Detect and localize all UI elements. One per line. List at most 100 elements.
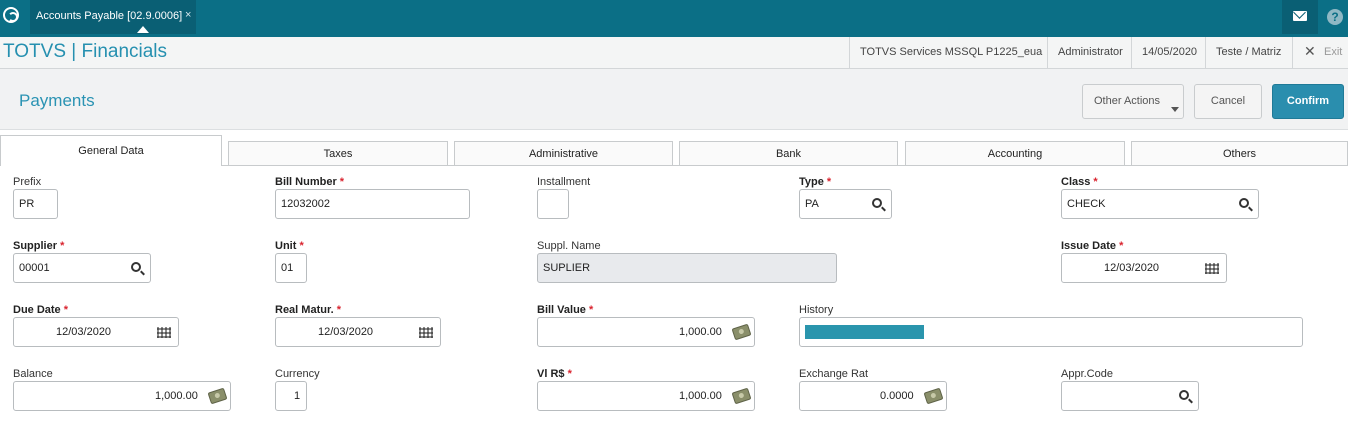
bill-number-label-text: Bill Number [275, 176, 337, 188]
required-marker: * [60, 240, 65, 252]
exchange-rat-value: 0.0000 [880, 390, 914, 402]
currency-field[interactable]: 1 [275, 381, 307, 411]
top-bar: Accounts Payable [02.9.0006] × ? [0, 0, 1348, 34]
required-marker: * [339, 176, 345, 188]
app-title: TOTVS | Financials [3, 41, 168, 62]
page-header: Payments Other Actions Cancel Confirm [0, 69, 1348, 130]
supplier-label-text: Supplier [13, 240, 58, 252]
prefix-field[interactable]: PR [13, 189, 58, 219]
class-label-text: Class [1061, 176, 1091, 188]
money-icon[interactable] [731, 323, 752, 341]
supplier-label: Supplier * [13, 240, 64, 252]
mail-button[interactable] [1282, 0, 1318, 34]
confirm-button[interactable]: Confirm [1272, 84, 1344, 119]
real-matur-label-text: Real Matur. [275, 304, 334, 316]
required-marker: * [1119, 240, 1124, 252]
issue-date-field[interactable]: 12/03/2020 [1061, 253, 1227, 283]
mail-icon [1293, 11, 1307, 21]
bill-number-value: 12032002 [281, 198, 330, 210]
exchange-rat-field[interactable]: 0.0000 [799, 381, 947, 411]
app-tab-title: Accounts Payable [02.9.0006] [36, 10, 183, 22]
calendar-icon[interactable] [419, 327, 433, 338]
cancel-button[interactable]: Cancel [1194, 84, 1262, 119]
tab-others[interactable]: Others [1131, 141, 1348, 166]
installment-field[interactable] [537, 189, 569, 219]
suppl-name-label: Suppl. Name [537, 240, 601, 252]
vl-rs-field[interactable]: 1,000.00 [537, 381, 755, 411]
branch-info: Teste / Matriz [1205, 37, 1292, 68]
search-icon[interactable] [1239, 198, 1249, 208]
type-label: Type * [799, 176, 831, 188]
totvs-logo-icon[interactable] [3, 7, 19, 23]
tab-general-data[interactable]: General Data [0, 135, 222, 166]
history-label: History [799, 304, 834, 316]
class-label: Class * [1061, 176, 1098, 188]
close-icon[interactable]: × [185, 9, 191, 21]
close-icon: ✕ [1304, 43, 1316, 59]
type-field[interactable]: PA [799, 189, 892, 219]
installment-label: Installment [537, 176, 591, 188]
currency-label: Currency [275, 368, 320, 380]
other-actions-label: Other Actions [1094, 95, 1161, 107]
prefix-value: PR [19, 198, 35, 210]
app-header: TOTVS | Financials TOTVS Services MSSQL … [0, 37, 1348, 69]
due-date-label: Due Date * [13, 304, 68, 316]
money-icon[interactable] [923, 387, 944, 405]
due-date-label-text: Due Date [13, 304, 61, 316]
prefix-label: Prefix [13, 176, 42, 188]
unit-label: Unit * [275, 240, 304, 252]
search-icon[interactable] [1179, 390, 1189, 400]
page-title: Payments [19, 91, 95, 110]
tab-accounting[interactable]: Accounting [905, 141, 1125, 166]
required-marker: * [336, 304, 342, 316]
currency-value: 1 [294, 390, 301, 402]
vl-rs-label: Vl R$ * [537, 368, 572, 380]
required-marker: * [299, 240, 304, 252]
due-date-field[interactable]: 12/03/2020 [13, 317, 179, 347]
bill-value-field[interactable]: 1,000.00 [537, 317, 755, 347]
bill-number-field[interactable]: 12032002 [275, 189, 470, 219]
tab-divider [221, 165, 1348, 166]
help-button[interactable]: ? [1322, 0, 1348, 34]
history-field[interactable] [799, 317, 1303, 347]
calendar-icon[interactable] [157, 327, 171, 338]
money-icon[interactable] [207, 387, 228, 405]
bill-value-label-text: Bill Value [537, 304, 586, 316]
bill-number-label: Bill Number * [275, 176, 344, 188]
active-tab-caret [137, 26, 149, 33]
real-matur-label: Real Matur. * [275, 304, 341, 316]
supplier-value: 00001 [19, 262, 50, 274]
balance-value: 1,000.00 [155, 390, 198, 402]
search-icon[interactable] [872, 198, 882, 208]
appr-code-field[interactable] [1061, 381, 1199, 411]
suppl-name-value: SUPLIER [543, 262, 591, 274]
vl-rs-label-text: Vl R$ [537, 368, 565, 380]
money-icon[interactable] [731, 387, 752, 405]
other-actions-button[interactable]: Other Actions [1082, 84, 1184, 119]
issue-date-label-text: Issue Date [1061, 240, 1117, 252]
type-label-text: Type [799, 176, 824, 188]
search-icon[interactable] [131, 262, 141, 272]
required-marker: * [588, 304, 594, 316]
required-marker: * [1093, 176, 1098, 188]
history-selection [805, 325, 924, 339]
required-marker: * [63, 304, 69, 316]
supplier-field[interactable]: 00001 [13, 253, 151, 283]
unit-label-text: Unit [275, 240, 297, 252]
calendar-icon[interactable] [1205, 263, 1219, 274]
required-marker: * [567, 368, 572, 380]
exit-button[interactable]: ✕ Exit [1292, 37, 1348, 68]
unit-value: 01 [281, 262, 294, 274]
unit-field[interactable]: 01 [275, 253, 307, 283]
vl-rs-value: 1,000.00 [679, 390, 722, 402]
required-marker: * [826, 176, 832, 188]
app-tab-accounts-payable[interactable]: Accounts Payable [02.9.0006] × [30, 0, 196, 34]
due-date-value: 12/03/2020 [56, 326, 112, 338]
tab-administrative[interactable]: Administrative [454, 141, 673, 166]
class-field[interactable]: CHECK [1061, 189, 1259, 219]
balance-field[interactable]: 1,000.00 [13, 381, 231, 411]
tab-bank[interactable]: Bank [679, 141, 898, 166]
tab-taxes[interactable]: Taxes [228, 141, 448, 166]
bill-value-value: 1,000.00 [679, 326, 722, 338]
real-matur-field[interactable]: 12/03/2020 [275, 317, 441, 347]
